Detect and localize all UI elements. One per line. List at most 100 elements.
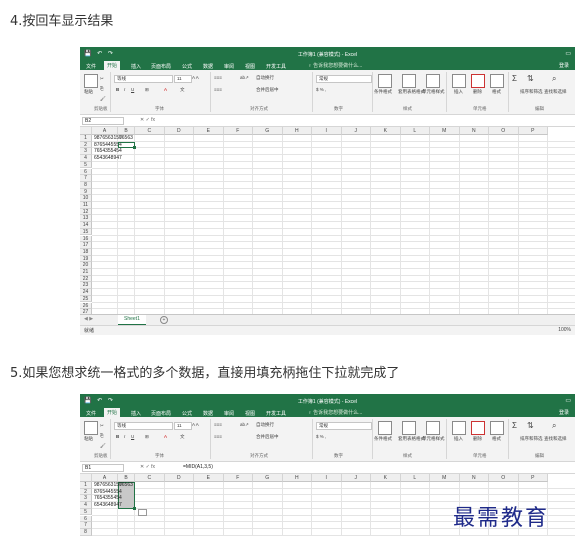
orientation-icon[interactable]: ab↗ (240, 422, 249, 428)
fx-icon[interactable]: ✕ ✓ fx (140, 464, 155, 470)
row-header-3[interactable]: 3 (80, 495, 92, 503)
autosum-icon[interactable]: Σ (512, 74, 517, 83)
column-header-o[interactable]: O (489, 127, 519, 135)
row-header-8[interactable]: 8 (80, 181, 92, 189)
cell-styles-icon[interactable] (426, 74, 440, 88)
ribbon-display-icon[interactable]: ▭ (565, 397, 571, 404)
row-header-6[interactable]: 6 (80, 168, 92, 176)
column-header-l[interactable]: L (400, 127, 430, 135)
row-header-26[interactable]: 26 (80, 302, 92, 310)
cell-a2[interactable]: 8765445554 (94, 489, 122, 496)
column-header-f[interactable]: F (223, 127, 253, 135)
select-all-corner[interactable] (80, 474, 92, 482)
row-header-5[interactable]: 5 (80, 161, 92, 169)
merge-center-button[interactable]: 合并后居中 (256, 434, 279, 440)
row-header-22[interactable]: 22 (80, 275, 92, 283)
column-header-i[interactable]: I (312, 474, 342, 482)
row-header-14[interactable]: 14 (80, 222, 92, 229)
font-name-select[interactable]: 等线 (114, 422, 173, 430)
column-header-m[interactable]: M (430, 474, 460, 482)
row-header-10[interactable]: 10 (80, 195, 92, 202)
row-header-11[interactable]: 11 (80, 202, 92, 209)
align-left-icon[interactable]: ≡≡≡ (214, 87, 222, 92)
cell-a4[interactable]: 6543648947 (94, 502, 122, 509)
insert-cells-icon[interactable] (452, 74, 466, 88)
row-header-17[interactable]: 17 (80, 242, 92, 249)
row-header-21[interactable]: 21 (80, 269, 92, 276)
column-header-k[interactable]: K (371, 474, 401, 482)
formula-input[interactable]: =MID(A1,3,5) (183, 464, 213, 470)
row-header-1[interactable]: 1 (80, 135, 92, 142)
row-header-7[interactable]: 7 (80, 522, 92, 529)
merge-center-button[interactable]: 合并后居中 (256, 87, 279, 93)
underline-button[interactable]: U (131, 87, 134, 92)
cell-a4[interactable]: 6543648947 (94, 155, 122, 162)
phonetic-icon[interactable]: 文 (180, 87, 185, 93)
column-header-m[interactable]: M (430, 127, 460, 135)
currency-icon[interactable]: $ % , (316, 434, 326, 439)
number-format-select[interactable]: 常规 (316, 75, 372, 83)
delete-cells-icon[interactable] (471, 421, 485, 435)
row-header-13[interactable]: 13 (80, 215, 92, 223)
delete-cells-icon[interactable] (471, 74, 485, 88)
underline-button[interactable]: U (131, 434, 134, 439)
column-header-h[interactable]: H (282, 474, 312, 482)
column-header-n[interactable]: N (459, 474, 489, 482)
copy-icon[interactable]: ⎘ (100, 433, 104, 438)
row-header-2[interactable]: 2 (80, 488, 92, 496)
table-format-icon[interactable] (402, 421, 416, 435)
ribbon-display-icon[interactable]: ▭ (565, 50, 571, 57)
column-header-b[interactable]: B (118, 474, 135, 482)
column-header-e[interactable]: E (194, 474, 224, 482)
row-header-19[interactable]: 19 (80, 255, 92, 263)
align-left-icon[interactable]: ≡≡≡ (214, 434, 222, 439)
name-box[interactable]: B1 (82, 464, 124, 472)
align-top-icon[interactable]: ≡≡≡ (214, 422, 222, 427)
row-header-24[interactable]: 24 (80, 289, 92, 296)
insert-cells-icon[interactable] (452, 421, 466, 435)
column-header-d[interactable]: D (164, 127, 194, 135)
column-header-g[interactable]: G (253, 127, 283, 135)
sign-in-link[interactable]: 登录 (559, 409, 569, 416)
find-select-icon[interactable]: ⌕ (552, 421, 556, 431)
paste-icon[interactable] (84, 421, 98, 435)
column-header-n[interactable]: N (459, 127, 489, 135)
column-header-c[interactable]: C (135, 474, 165, 482)
format-cells-icon[interactable] (490, 421, 504, 435)
row-header-7[interactable]: 7 (80, 175, 92, 182)
row-header-5[interactable]: 5 (80, 508, 92, 516)
cell-a3[interactable]: 7654355454 (94, 148, 122, 155)
column-header-h[interactable]: H (282, 127, 312, 135)
currency-icon[interactable]: $ % , (316, 87, 326, 92)
cut-icon[interactable]: ✂ (100, 76, 104, 82)
column-header-e[interactable]: E (194, 127, 224, 135)
row-header-2[interactable]: 2 (80, 141, 92, 149)
table-format-icon[interactable] (402, 74, 416, 88)
font-grow-icon[interactable]: A A (192, 75, 199, 80)
cell-b1[interactable]: 76563 (119, 482, 133, 489)
row-header-20[interactable]: 20 (80, 262, 92, 269)
copy-icon[interactable]: ⎘ (100, 86, 104, 91)
column-header-d[interactable]: D (164, 474, 194, 482)
number-format-select[interactable]: 常规 (316, 422, 372, 430)
format-painter-icon[interactable]: 🖌 (100, 443, 106, 449)
cut-icon[interactable]: ✂ (100, 423, 104, 429)
row-header-18[interactable]: 18 (80, 248, 92, 256)
italic-button[interactable]: I (124, 434, 125, 439)
column-header-k[interactable]: K (371, 127, 401, 135)
cell-b1[interactable]: 76563 (119, 135, 133, 142)
borders-icon[interactable]: ⊞ (145, 434, 149, 440)
row-header-15[interactable]: 15 (80, 228, 92, 236)
column-header-a[interactable]: A (92, 127, 118, 135)
row-header-4[interactable]: 4 (80, 502, 92, 509)
cell-a3[interactable]: 7654355454 (94, 495, 122, 502)
column-header-c[interactable]: C (135, 127, 165, 135)
autosum-icon[interactable]: Σ (512, 421, 517, 430)
column-header-p[interactable]: P (518, 127, 548, 135)
cell-a1[interactable]: 9876563150 (94, 482, 122, 489)
conditional-format-icon[interactable] (378, 421, 392, 435)
font-size-select[interactable]: 11 (174, 422, 192, 430)
column-header-j[interactable]: J (341, 474, 371, 482)
paste-icon[interactable] (84, 74, 98, 88)
name-box[interactable]: B2 (82, 117, 124, 125)
